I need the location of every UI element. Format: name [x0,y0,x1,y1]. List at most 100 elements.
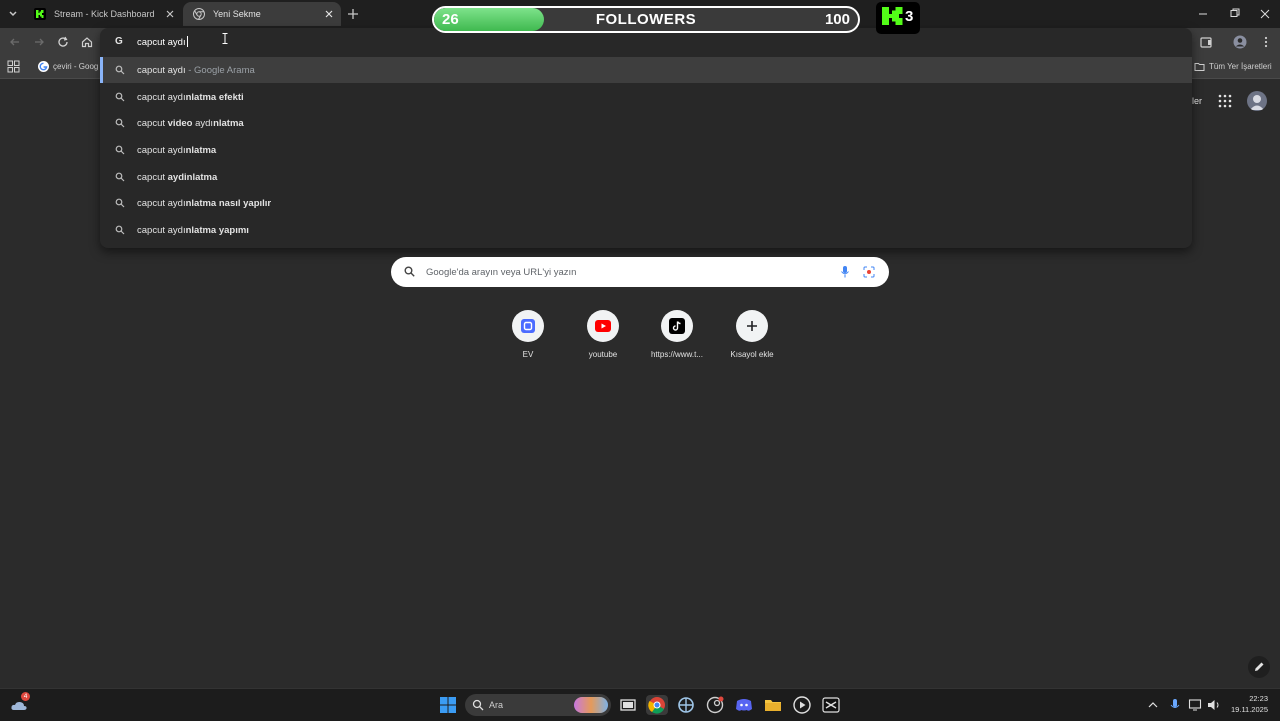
back-button[interactable] [8,35,22,49]
ev-app-icon [512,310,544,342]
reload-button[interactable] [56,35,70,49]
voice-search-button[interactable] [840,265,850,279]
weather-badge: 4 [21,692,30,701]
suggestion-item[interactable]: capcut aydınlatma efekti [100,84,1192,110]
search-icon [115,172,125,182]
all-bookmarks[interactable]: Tüm Yer İşaretleri [1209,62,1272,71]
search-icon [115,198,125,208]
task-view-icon [620,699,636,711]
taskbar-media-player[interactable] [792,695,812,715]
apps-button[interactable] [7,60,20,73]
home-button[interactable] [80,35,94,49]
kick-icon [882,7,903,25]
account-avatar[interactable] [1247,91,1267,111]
network-app-icon [678,697,694,713]
taskbar-discord[interactable] [734,695,754,715]
taskbar-file-explorer[interactable] [763,695,783,715]
microphone-icon [841,266,849,278]
clock-time[interactable]: 22:23 [1249,694,1268,703]
suggestion-item[interactable]: capcut aydınlatma nasıl yapılır [100,190,1192,216]
suggestion-item[interactable]: capcut video aydınlatma [100,110,1192,136]
chrome-icon [648,697,665,714]
tray-network[interactable] [1188,695,1204,715]
shortcut-youtube[interactable]: youtube [573,310,633,370]
suggestion-item[interactable]: capcut aydı - Google Arama [100,57,1192,83]
search-highlight-image [574,697,608,713]
chevron-down-icon [9,11,17,17]
google-apps-button[interactable] [1218,94,1232,108]
steam-icon [706,696,724,714]
search-icon [115,225,125,235]
tab-new-tab[interactable]: Yeni Sekme [183,2,341,26]
lens-search-button[interactable] [863,266,875,278]
forward-button[interactable] [32,35,46,49]
clock-date[interactable]: 19.11.2025 [1231,705,1268,714]
tray-volume[interactable] [1206,695,1222,715]
tab-search-menu-button[interactable] [6,7,20,21]
taskbar-chrome[interactable] [646,695,668,715]
google-lens-icon [863,266,875,278]
suggestion-item[interactable]: capcut aydinlatma [100,164,1192,190]
suggestion-text: capcut aydı - Google Arama [137,65,255,76]
volume-icon [1208,700,1219,710]
suggestion-item[interactable]: capcut aydınlatma [100,137,1192,163]
minimize-button[interactable] [1195,6,1211,22]
shortcut-ev[interactable]: EV [498,310,558,370]
kick-icon [34,8,46,20]
pencil-icon [1255,662,1264,671]
tray-microphone[interactable] [1168,695,1182,715]
start-button[interactable] [438,695,458,715]
profile-button[interactable] [1233,35,1247,49]
shortcut-tiktok[interactable]: https://www.t... [647,310,707,370]
taskbar-search[interactable]: Ara [465,694,611,716]
bookmark-ceviri[interactable]: çeviri - Goog [53,62,98,71]
restore-button[interactable] [1226,6,1242,22]
suggestion-text: capcut aydınlatma [137,145,217,156]
play-icon [793,696,811,714]
ntp-link-partial[interactable]: ler [1192,96,1202,106]
taskbar-capcut[interactable] [821,695,841,715]
new-tab-button[interactable] [346,7,360,21]
close-icon[interactable] [323,8,335,20]
chrome-icon [193,8,205,20]
search-icon [115,145,125,155]
microphone-icon [1170,699,1180,708]
suggestion-text: capcut aydınlatma nasıl yapılır [137,198,272,209]
tab-kick-dashboard[interactable]: Stream - Kick Dashboard [24,2,182,26]
apps-grid-icon [7,60,20,73]
weather-widget[interactable]: 4 [10,692,30,715]
tab-title: Yeni Sekme [213,9,261,19]
text-caret [186,36,188,47]
extensions-button[interactable] [1199,35,1213,49]
arrow-left-icon [10,38,19,46]
taskbar-app-steam[interactable] [705,695,725,715]
suggestion-text: capcut aydinlatma [137,172,218,183]
shortcut-add[interactable]: Kısayol ekle [722,310,782,370]
search-icon [115,118,125,128]
close-icon[interactable] [164,8,176,20]
suggestion-text: capcut video aydınlatma [137,118,244,129]
plus-icon [348,9,358,19]
reload-icon [58,36,68,47]
task-view-button[interactable] [618,695,638,715]
suggestion-text: capcut aydınlatma yapımı [137,225,249,236]
chrome-menu-button[interactable] [1259,35,1273,49]
taskbar-app-network[interactable] [676,695,696,715]
customize-chrome-button[interactable] [1248,656,1270,678]
chevron-up-icon [1148,702,1158,708]
avatar-icon [1250,95,1264,110]
google-icon [38,61,49,72]
close-window-button[interactable] [1257,6,1273,22]
followers-goal-bar: 26 FOLLOWERS 100 [432,6,860,33]
ntp-search-box[interactable]: Google'da arayın veya URL'yi yazın [391,257,889,287]
omnibox-dropdown: G capcut aydı capcut aydı - Google Arama… [100,28,1192,248]
kick-count: 3 [905,8,914,25]
minimize-icon [1199,13,1207,15]
suggestion-item[interactable]: capcut aydınlatma yapımı [100,217,1192,243]
address-input[interactable]: capcut aydı [137,36,188,48]
tray-overflow-button[interactable] [1146,695,1160,715]
extension-icon [1200,37,1212,48]
search-icon [115,92,125,102]
home-icon [81,37,93,48]
followers-goal: 100 [824,11,850,28]
